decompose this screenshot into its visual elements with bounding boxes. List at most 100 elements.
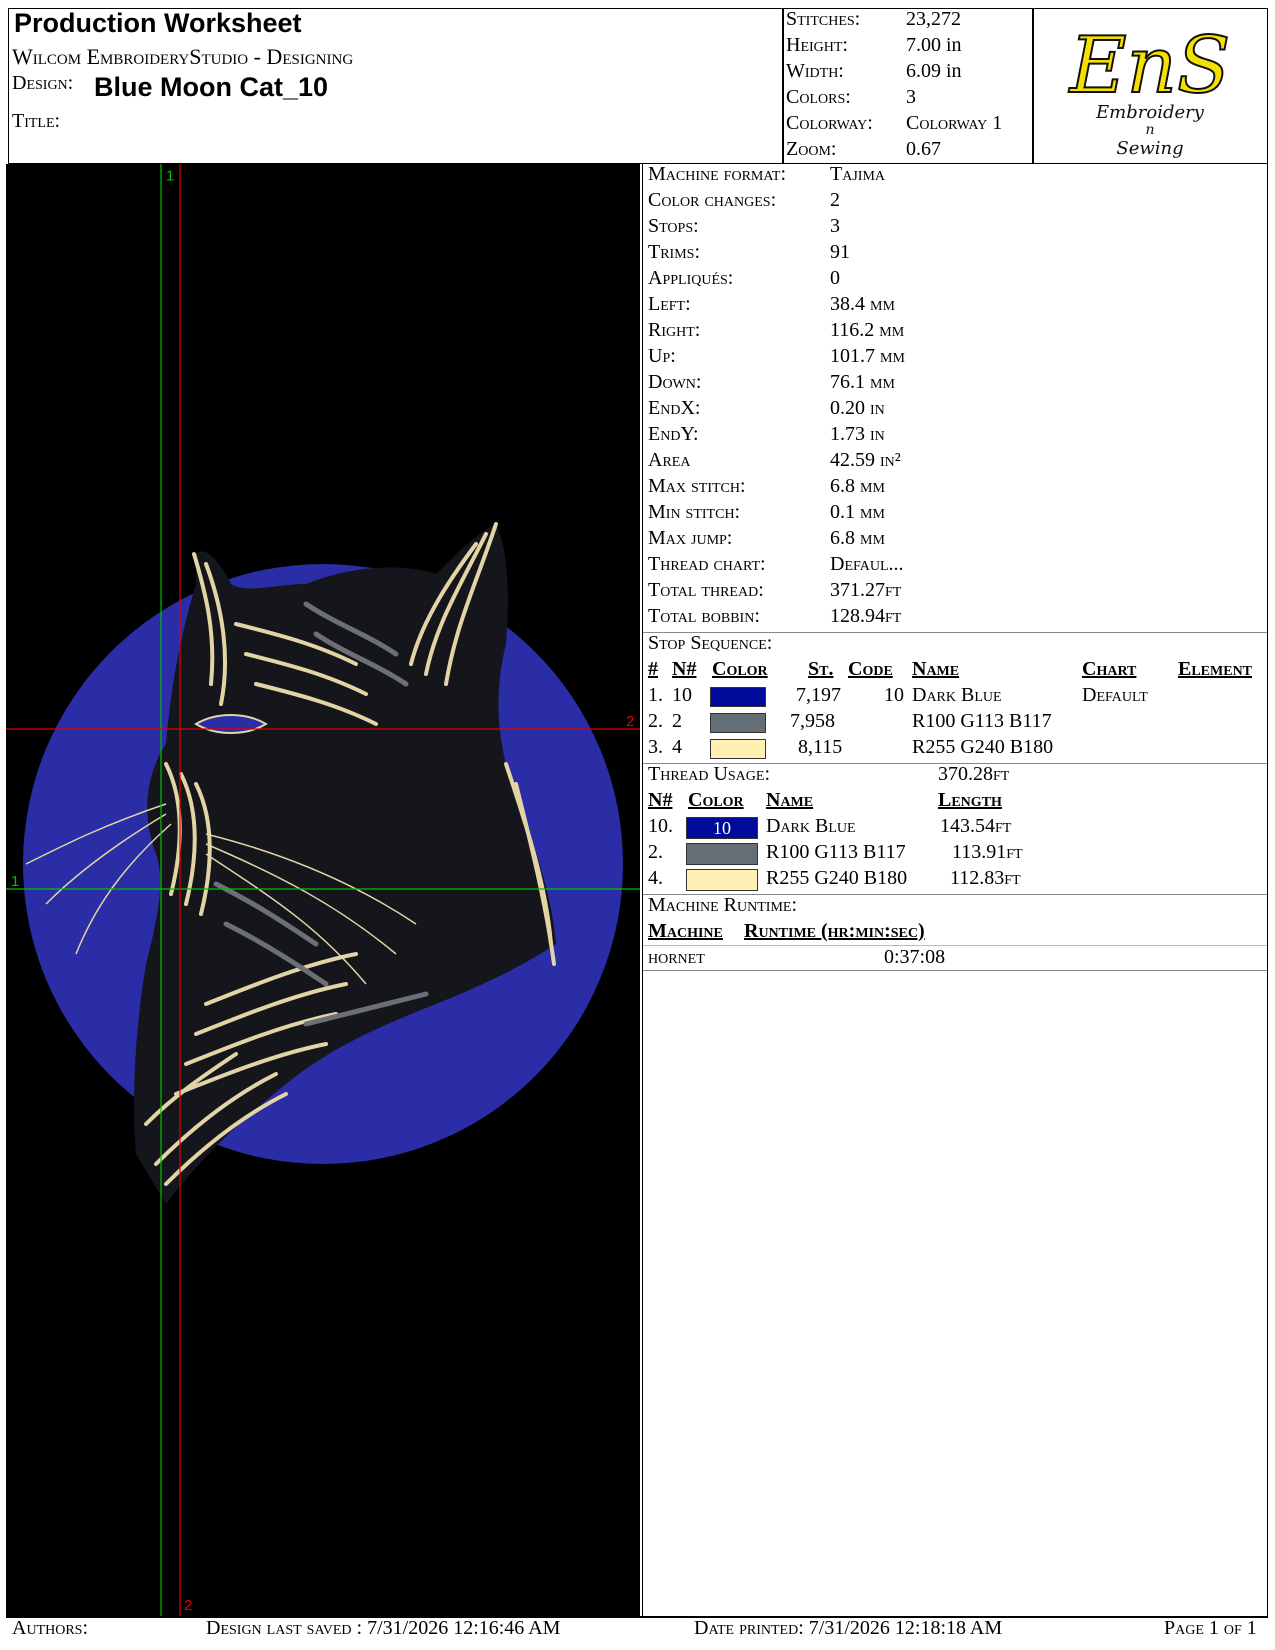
marker-label: 2 bbox=[626, 713, 634, 730]
usage-needle: 10. bbox=[648, 815, 673, 837]
stat-label: Width: bbox=[786, 60, 844, 82]
detail-label: EndY: bbox=[648, 423, 699, 445]
col-header: Chart bbox=[1082, 658, 1137, 680]
usage-needle: 4. bbox=[648, 867, 663, 889]
detail-value: 6.8 mm bbox=[830, 527, 885, 549]
stop-sequence-title: Stop Sequence: bbox=[648, 632, 773, 654]
col-header: # bbox=[648, 658, 658, 680]
col-header: Machine bbox=[648, 920, 723, 942]
logo-mark: EnS bbox=[1068, 21, 1231, 111]
runtime-title: Machine Runtime: bbox=[648, 894, 797, 916]
footer-page-number: Page 1 of 1 bbox=[1164, 1617, 1257, 1639]
marker-label: 1 bbox=[166, 167, 174, 184]
detail-value: 2 bbox=[830, 189, 840, 211]
detail-label: Total bobbin: bbox=[648, 605, 760, 627]
detail-value: 371.27ft bbox=[830, 579, 902, 601]
detail-label: Trims: bbox=[648, 241, 701, 263]
logo-line3: Sewing bbox=[1116, 138, 1183, 159]
detail-value: 76.1 mm bbox=[830, 371, 895, 393]
detail-label: EndX: bbox=[648, 397, 701, 419]
stat-value: 3 bbox=[906, 86, 916, 108]
stop-needle: 2 bbox=[672, 710, 682, 732]
detail-value: 6.8 mm bbox=[830, 475, 885, 497]
col-header: Name bbox=[912, 658, 960, 680]
detail-value: 42.59 in² bbox=[830, 449, 901, 471]
ens-logo: EnS Embroidery n Sewing bbox=[1034, 10, 1266, 162]
col-header: N# bbox=[672, 658, 697, 680]
logo-line2: n bbox=[1145, 122, 1154, 138]
detail-label: Max stitch: bbox=[648, 475, 746, 497]
page-title: Production Worksheet bbox=[14, 8, 302, 38]
detail-label: Color changes: bbox=[648, 189, 777, 211]
detail-label: Min stitch: bbox=[648, 501, 741, 523]
stop-name: Dark Blue bbox=[912, 684, 1002, 706]
col-header: Color bbox=[712, 658, 768, 680]
col-header: Runtime (hr:min:sec) bbox=[744, 920, 925, 942]
stat-value: 0.67 bbox=[906, 138, 941, 160]
stop-needle: 10 bbox=[672, 684, 692, 706]
stat-label: Zoom: bbox=[786, 138, 837, 160]
stat-label: Height: bbox=[786, 34, 848, 56]
stop-code: 10 bbox=[884, 684, 904, 706]
stop-num: 1. bbox=[648, 684, 663, 706]
detail-label: Max jump: bbox=[648, 527, 733, 549]
footer-rule bbox=[6, 1616, 1268, 1618]
detail-label: Up: bbox=[648, 345, 676, 367]
footer-last-saved: Design last saved : 7/31/2026 12:16:46 A… bbox=[206, 1617, 561, 1639]
col-header: St. bbox=[808, 658, 834, 680]
detail-label: Machine format: bbox=[648, 163, 787, 185]
detail-value: 91 bbox=[830, 241, 850, 263]
detail-label: Stops: bbox=[648, 215, 699, 237]
stat-value: 7.00 in bbox=[906, 34, 962, 56]
color-swatch bbox=[710, 687, 766, 707]
stat-label: Colorway: bbox=[786, 112, 873, 134]
color-swatch bbox=[686, 869, 758, 891]
usage-name: R100 G113 B117 bbox=[766, 841, 906, 863]
stop-num: 2. bbox=[648, 710, 663, 732]
design-preview-canvas: 1 1 2 2 bbox=[6, 164, 640, 1616]
usage-name: Dark Blue bbox=[766, 815, 856, 837]
col-header: Code bbox=[848, 658, 893, 680]
detail-value: 0.1 mm bbox=[830, 501, 885, 523]
usage-needle: 2. bbox=[648, 841, 663, 863]
stop-name: R255 G240 B180 bbox=[912, 736, 1054, 758]
runtime-header-divider bbox=[643, 945, 1267, 946]
marker-label: 1 bbox=[11, 873, 19, 890]
detail-label: Area bbox=[648, 449, 691, 471]
stat-label: Stitches: bbox=[786, 8, 861, 30]
usage-length: 143.54ft bbox=[940, 815, 1012, 837]
stop-stitches: 7,197 bbox=[796, 684, 841, 706]
detail-value: 0 bbox=[830, 267, 840, 289]
runtime-value: 0:37:08 bbox=[884, 946, 946, 968]
stop-stitches: 7,958 bbox=[790, 710, 835, 732]
thread-usage-title: Thread Usage: bbox=[648, 763, 770, 785]
detail-value: 128.94ft bbox=[830, 605, 902, 627]
thread-usage-total: 370.28ft bbox=[938, 763, 1010, 785]
detail-value: 38.4 mm bbox=[830, 293, 895, 315]
detail-value: Tajima bbox=[830, 163, 885, 185]
section-divider bbox=[643, 970, 1267, 971]
color-swatch: 10 bbox=[686, 817, 758, 839]
usage-length: 113.91ft bbox=[952, 841, 1023, 863]
stat-value: 6.09 in bbox=[906, 60, 962, 82]
stop-name: R100 G113 B117 bbox=[912, 710, 1052, 732]
detail-value: 0.20 in bbox=[830, 397, 885, 419]
usage-name: R255 G240 B180 bbox=[766, 867, 908, 889]
detail-label: Thread chart: bbox=[648, 553, 766, 575]
footer-authors: Authors: bbox=[12, 1617, 89, 1639]
footer-date-printed: Date printed: 7/31/2026 12:18:18 AM bbox=[694, 1617, 1003, 1639]
stop-num: 3. bbox=[648, 736, 663, 758]
stop-chart: Default bbox=[1082, 684, 1148, 706]
color-swatch bbox=[710, 739, 766, 759]
detail-value: 3 bbox=[830, 215, 840, 237]
col-header: Element bbox=[1178, 658, 1253, 680]
software-subtitle: Wilcom EmbroideryStudio - Designing bbox=[12, 44, 354, 69]
stop-needle: 4 bbox=[672, 736, 682, 758]
stat-value: Colorway 1 bbox=[906, 112, 1003, 134]
stat-value: 23,272 bbox=[906, 8, 961, 30]
detail-label: Right: bbox=[648, 319, 701, 341]
detail-value: 1.73 in bbox=[830, 423, 885, 445]
color-swatch bbox=[686, 843, 758, 865]
header-divider-1 bbox=[782, 8, 784, 164]
design-preview: 1 1 2 2 bbox=[6, 164, 640, 1616]
